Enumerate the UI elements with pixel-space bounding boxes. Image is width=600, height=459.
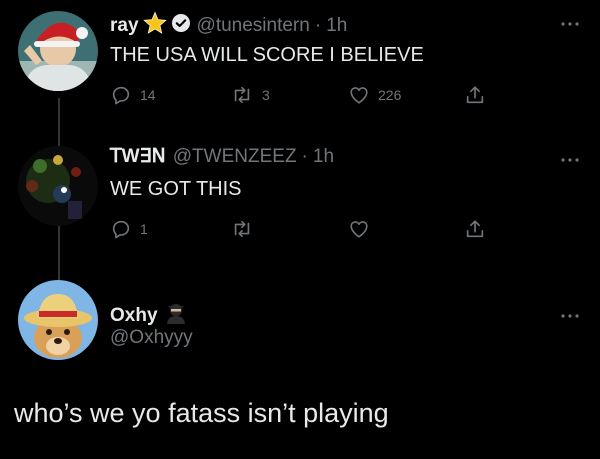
more-options-icon[interactable] bbox=[560, 150, 580, 168]
timestamp[interactable]: 1h bbox=[313, 146, 334, 168]
reply-icon bbox=[112, 86, 130, 105]
retweet-button[interactable] bbox=[230, 218, 262, 240]
avatar[interactable] bbox=[18, 11, 98, 91]
reply-count: 14 bbox=[140, 87, 156, 103]
reply-button[interactable]: 14 bbox=[110, 84, 156, 106]
avatar[interactable] bbox=[18, 280, 98, 360]
share-button[interactable] bbox=[464, 84, 486, 106]
author-handle[interactable]: @TWENZEEZ bbox=[173, 146, 297, 168]
retweet-button[interactable]: 3 bbox=[230, 84, 270, 106]
more-options-icon[interactable] bbox=[560, 306, 580, 324]
reply-count: 1 bbox=[140, 221, 148, 237]
heart-icon bbox=[350, 87, 368, 104]
avatar[interactable] bbox=[18, 146, 98, 226]
reply-button[interactable]: 1 bbox=[110, 218, 148, 240]
thread-line bbox=[58, 98, 60, 148]
retweet-icon bbox=[234, 220, 250, 238]
retweet-count: 3 bbox=[262, 87, 270, 103]
share-icon bbox=[466, 220, 484, 238]
retweet-icon bbox=[234, 86, 250, 104]
tweet-header: ray @tunesintern · 1h bbox=[110, 11, 347, 41]
author-handle[interactable]: @tunesintern bbox=[197, 15, 310, 37]
share-button[interactable] bbox=[464, 218, 486, 240]
more-options-icon[interactable] bbox=[560, 14, 580, 32]
share-icon bbox=[466, 86, 484, 104]
tweet-actions: 1 bbox=[110, 218, 510, 242]
reply-text: who’s we yo fatass isn’t playing bbox=[14, 398, 389, 428]
tweet-actions: 14 3 226 bbox=[110, 84, 510, 108]
author-name[interactable]: Oxhy bbox=[110, 305, 158, 327]
reply-icon bbox=[112, 220, 130, 239]
author-name[interactable]: ꓔW∃ꓠ bbox=[110, 145, 166, 168]
tweet-text: THE USA WILL SCORE I BELIEVE bbox=[110, 44, 424, 66]
thread-line bbox=[58, 225, 60, 280]
like-button[interactable]: 226 bbox=[348, 84, 401, 106]
timestamp[interactable]: 1h bbox=[326, 15, 347, 37]
like-count: 226 bbox=[378, 87, 402, 103]
author-name[interactable]: ray bbox=[110, 15, 139, 37]
heart-icon bbox=[350, 221, 368, 238]
tweet-header: ꓔW∃ꓠ @TWENZEEZ · 1h bbox=[110, 145, 334, 168]
star-icon bbox=[142, 11, 167, 41]
verified-icon bbox=[171, 13, 191, 39]
separator-dot: · bbox=[314, 15, 322, 36]
separator-dot: · bbox=[301, 145, 308, 167]
tweet-text: WE GOT THIS bbox=[110, 178, 242, 200]
author-handle[interactable]: @Oxhyyy bbox=[110, 327, 193, 349]
like-button[interactable] bbox=[348, 218, 378, 240]
